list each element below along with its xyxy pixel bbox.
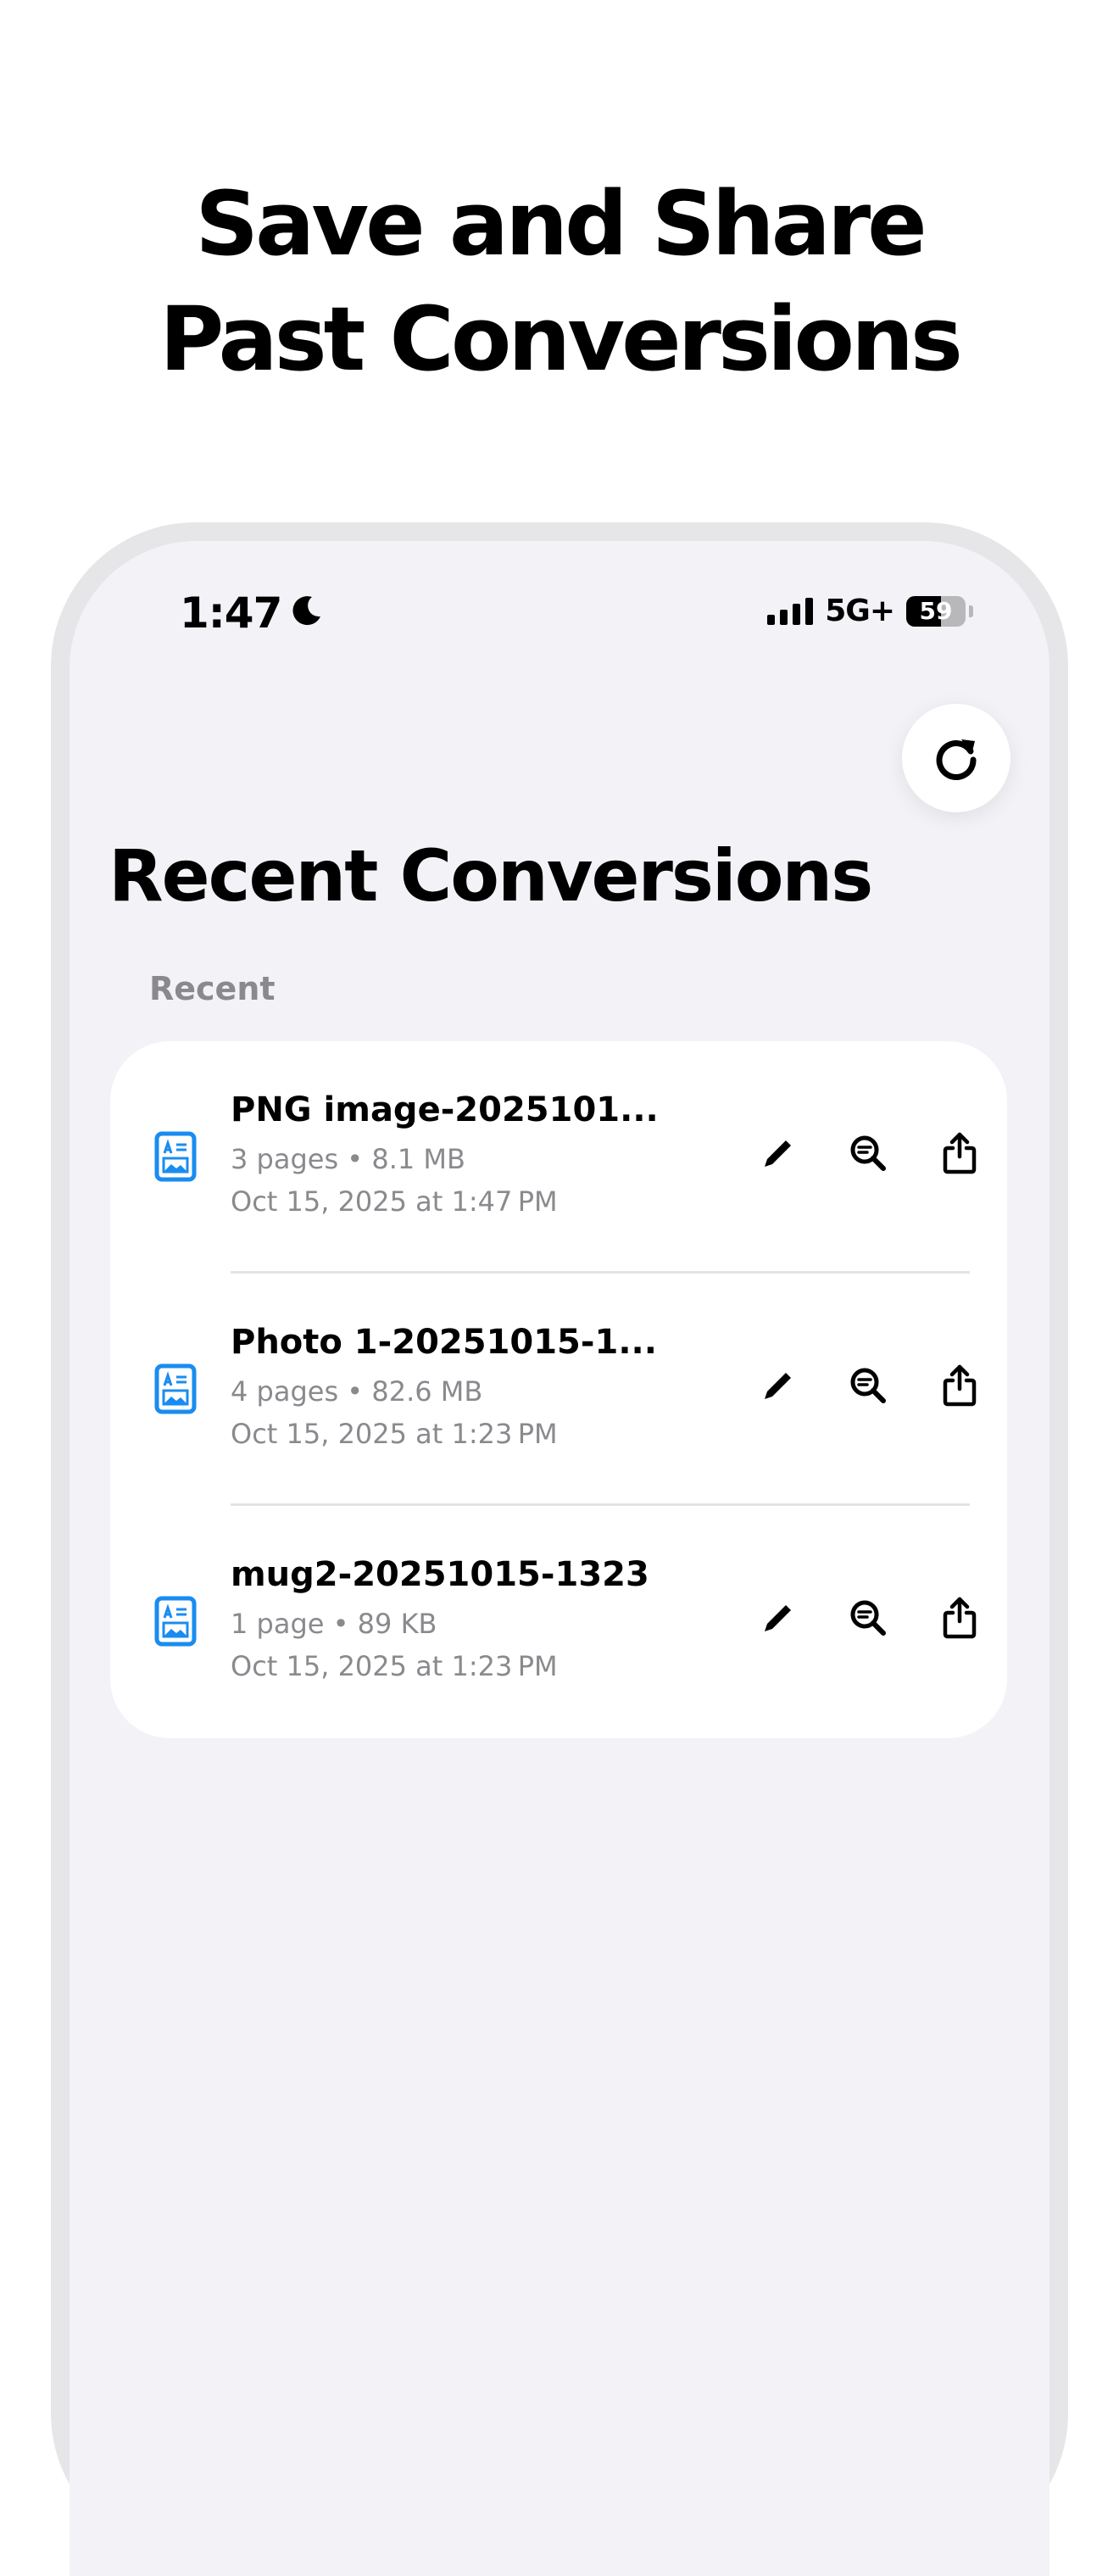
phone-frame: 1:47 5G+ 59 Recent Conversions Recent PN… (51, 522, 1068, 2576)
file-name: mug2-20251015-1323 (231, 1555, 649, 1594)
file-name: Photo 1-20251015-1... (231, 1323, 657, 1362)
battery-cap (969, 605, 973, 617)
magnify-text-icon (850, 1600, 886, 1636)
document-image-icon (154, 1363, 197, 1419)
file-name: PNG image-2025101... (231, 1090, 659, 1129)
recent-files-list: PNG image-2025101... 3 pages • 8.1 MB Oc… (110, 1041, 1007, 1738)
edit-button[interactable] (753, 1128, 804, 1179)
cellular-signal-icon (767, 597, 814, 625)
section-header-recent: Recent (149, 970, 276, 1007)
file-row[interactable]: Photo 1-20251015-1... 4 pages • 82.6 MB … (110, 1274, 1007, 1506)
edit-button[interactable] (753, 1592, 804, 1643)
edit-button[interactable] (753, 1360, 804, 1411)
share-button[interactable] (934, 1592, 985, 1643)
network-type: 5G+ (825, 594, 895, 628)
share-button[interactable] (934, 1360, 985, 1411)
pencil-icon (765, 1373, 791, 1399)
magnify-text-icon (850, 1135, 886, 1171)
magnify-text-icon (850, 1368, 886, 1403)
share-icon (943, 1597, 977, 1639)
document-image-icon (154, 1596, 197, 1651)
page-title: Recent Conversions (109, 834, 873, 917)
preview-button[interactable] (843, 1360, 894, 1411)
share-button[interactable] (934, 1128, 985, 1179)
headline-line-2: Past Conversions (159, 287, 963, 391)
file-date: Oct 15, 2025 at 1:47 PM (231, 1185, 558, 1218)
document-image-icon (154, 1131, 197, 1186)
file-row[interactable]: mug2-20251015-1323 1 page • 89 KB Oct 15… (110, 1506, 1007, 1738)
battery-icon: 59 (906, 595, 966, 627)
file-date: Oct 15, 2025 at 1:23 PM (231, 1418, 558, 1450)
marketing-headline: Save and Share Past Conversions (0, 166, 1119, 397)
status-time-text: 1:47 (180, 588, 282, 638)
refresh-icon (936, 739, 977, 780)
file-meta: 4 pages • 82.6 MB (231, 1375, 483, 1408)
preview-button[interactable] (843, 1592, 894, 1643)
moon-icon (290, 588, 324, 638)
app-screen: 1:47 5G+ 59 Recent Conversions Recent PN… (70, 541, 1049, 2576)
file-meta: 1 page • 89 KB (231, 1608, 437, 1640)
headline-line-1: Save and Share (195, 172, 927, 276)
pencil-icon (765, 1140, 791, 1167)
battery-percentage: 59 (919, 596, 953, 625)
file-row[interactable]: PNG image-2025101... 3 pages • 8.1 MB Oc… (110, 1041, 1007, 1274)
status-bar-indicators: 5G+ 59 (767, 594, 973, 628)
share-icon (943, 1132, 977, 1174)
refresh-button[interactable] (902, 704, 1010, 812)
pencil-icon (765, 1605, 791, 1631)
share-icon (943, 1364, 977, 1407)
preview-button[interactable] (843, 1128, 894, 1179)
status-bar-time: 1:47 (180, 588, 324, 638)
file-date: Oct 15, 2025 at 1:23 PM (231, 1650, 558, 1682)
file-meta: 3 pages • 8.1 MB (231, 1143, 465, 1175)
